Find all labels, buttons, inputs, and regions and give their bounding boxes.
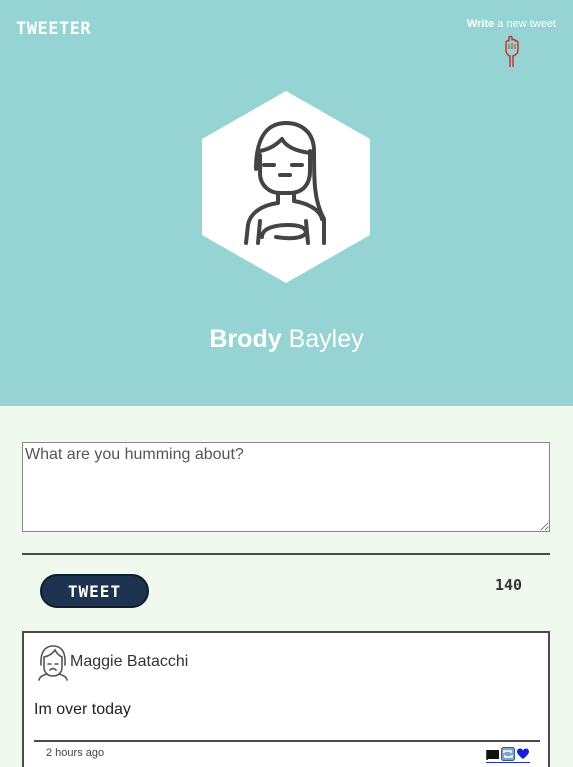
- profile-last-name: Bayley: [281, 325, 364, 353]
- profile-header: TWEETER Write a new tweet Brody Bayley: [0, 0, 573, 406]
- tweet-author[interactable]: Maggie Batacchi: [70, 653, 188, 671]
- tweet-text: Im over today: [34, 701, 131, 718]
- profile-first-name: Brody: [209, 325, 282, 353]
- user-avatar-icon: [202, 91, 370, 283]
- tweet-timestamp: 2 hours ago: [46, 747, 105, 759]
- heart-icon[interactable]: [516, 747, 530, 761]
- composer-divider: [22, 553, 550, 555]
- tweet-button[interactable]: TWEET: [40, 574, 149, 608]
- profile-name: Brody Bayley: [0, 325, 573, 354]
- compose-link-rest: a new tweet: [494, 18, 556, 30]
- compose-link-bold: Write: [466, 18, 495, 30]
- compose-link[interactable]: Write a new tweet: [467, 18, 556, 30]
- character-counter: 140: [495, 576, 523, 594]
- tweet-actions: [486, 745, 530, 763]
- author-avatar-icon: [38, 645, 68, 681]
- pointing-hand-icon[interactable]: [501, 34, 521, 68]
- tweet-input[interactable]: [22, 442, 550, 532]
- retweet-icon[interactable]: [501, 747, 515, 761]
- flag-icon[interactable]: [486, 747, 500, 761]
- tweet-card: Maggie Batacchi Im over today 2 hours ag…: [22, 631, 550, 767]
- tweet-divider: [34, 740, 540, 742]
- brand-logo[interactable]: TWEETER: [16, 19, 91, 39]
- profile-avatar: [202, 91, 370, 283]
